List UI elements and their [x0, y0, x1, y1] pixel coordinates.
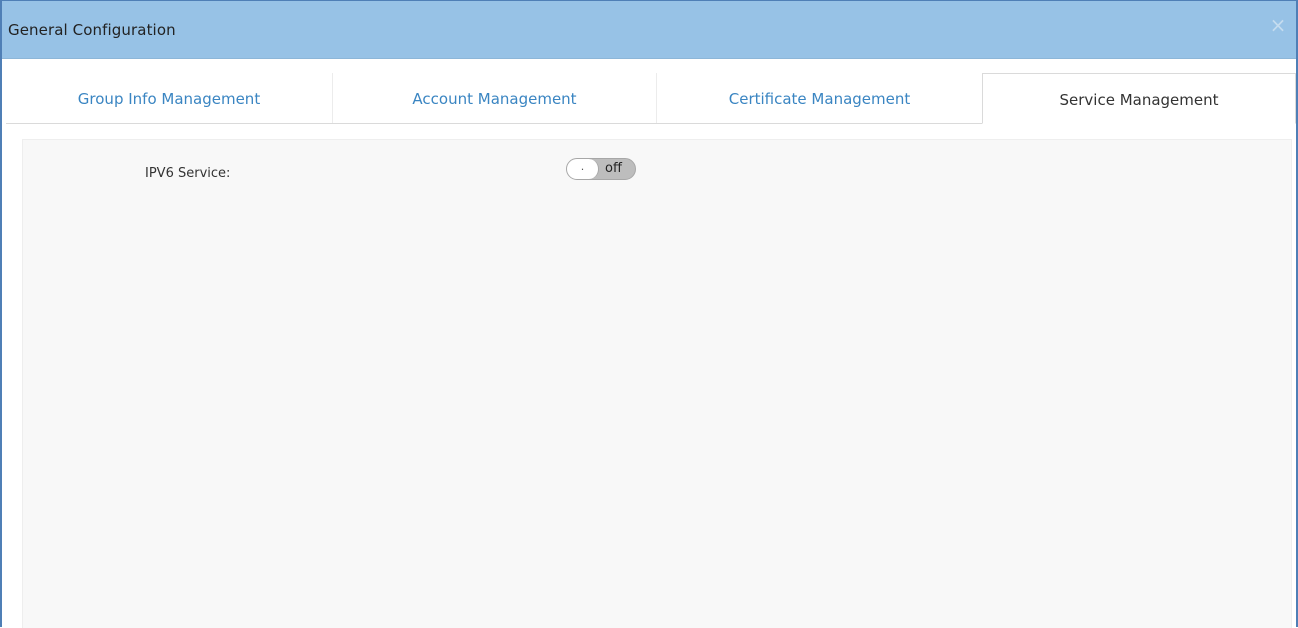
- ipv6-service-toggle[interactable]: . off: [566, 158, 636, 180]
- tab-group-info-management[interactable]: Group Info Management: [6, 73, 332, 123]
- tab-account-management[interactable]: Account Management: [332, 73, 656, 123]
- dialog-header: General Configuration ×: [2, 1, 1296, 59]
- toggle-state-text: off: [605, 161, 622, 176]
- tab-bar: Group Info Management Account Management…: [6, 73, 1296, 124]
- general-configuration-dialog: General Configuration × Group Info Manag…: [0, 0, 1298, 628]
- toggle-knob: .: [567, 159, 599, 179]
- service-management-panel: IPV6 Service: . off: [22, 139, 1292, 628]
- ipv6-service-label: IPV6 Service:: [145, 166, 231, 181]
- tab-certificate-management[interactable]: Certificate Management: [656, 73, 982, 123]
- dialog-title: General Configuration: [8, 21, 176, 39]
- close-icon[interactable]: ×: [1268, 15, 1288, 35]
- tab-service-management[interactable]: Service Management: [982, 73, 1296, 124]
